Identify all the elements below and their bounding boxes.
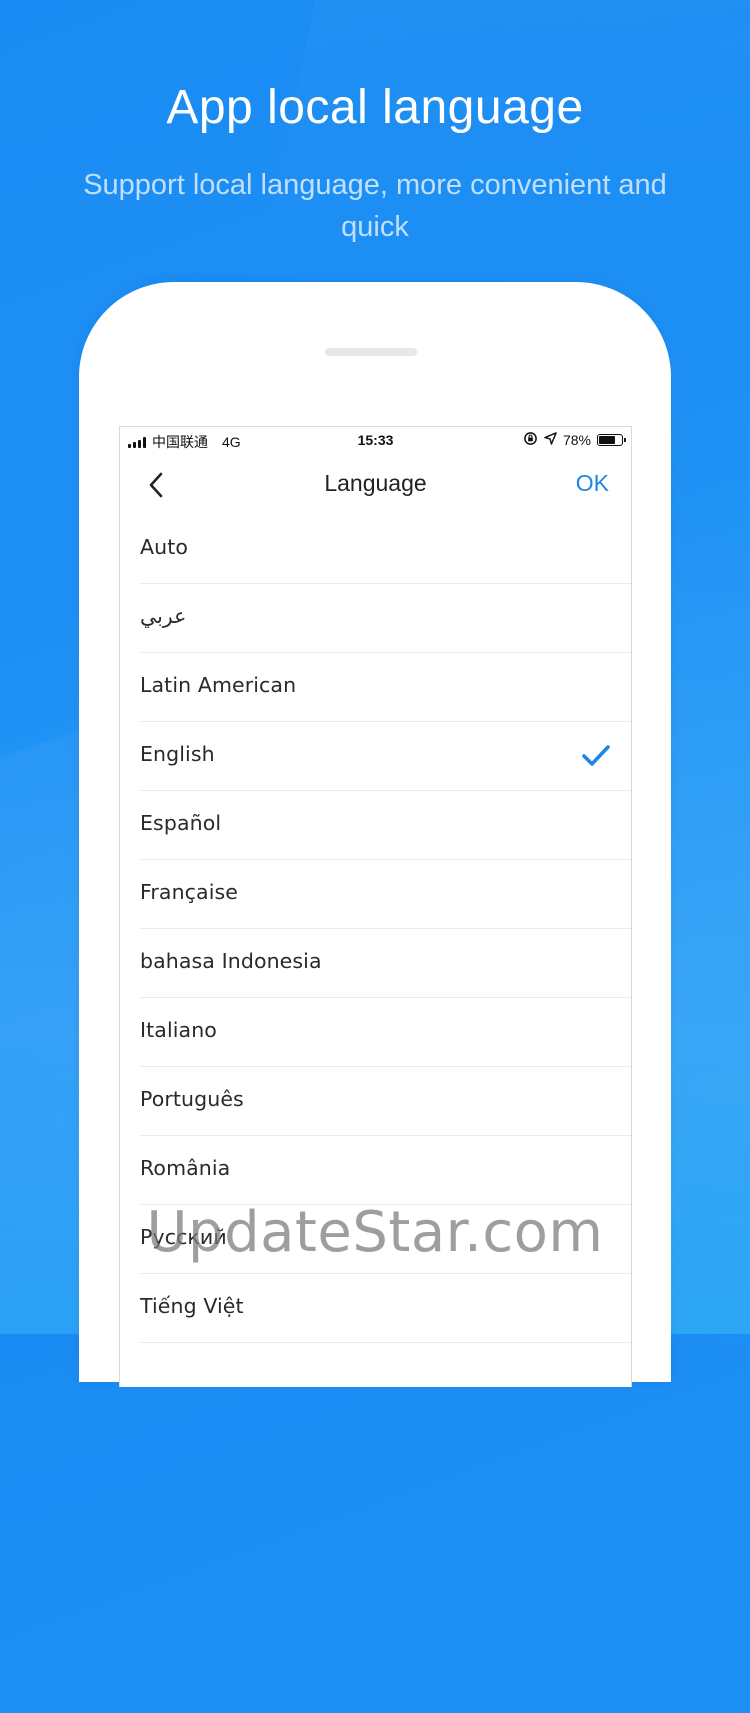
- promo-headline: App local language: [166, 81, 584, 134]
- rotation-lock-icon: [523, 431, 538, 449]
- language-option[interactable]: English: [140, 722, 631, 791]
- language-label: bahasa Indonesia: [140, 949, 322, 973]
- battery-icon: [597, 434, 626, 446]
- language-option[interactable]: Português: [140, 1067, 631, 1136]
- watermark: UpdateStar.com: [146, 1200, 604, 1265]
- status-bar: 中国联通 4G 15:33 78%: [120, 427, 631, 455]
- page-title: Language: [324, 470, 427, 496]
- language-label: Español: [140, 811, 222, 835]
- language-label: Française: [140, 880, 239, 904]
- promo-subline: Support local language, more convenient …: [83, 169, 667, 243]
- language-option[interactable]: Auto: [140, 515, 631, 584]
- language-option[interactable]: Tiếng Việt: [140, 1274, 631, 1343]
- language-option[interactable]: Italiano: [140, 998, 631, 1067]
- language-option[interactable]: Español: [140, 791, 631, 860]
- language-option[interactable]: عربي: [140, 584, 631, 653]
- battery-percent: 78%: [562, 432, 591, 448]
- language-label: Português: [140, 1087, 244, 1111]
- language-option[interactable]: bahasa Indonesia: [140, 929, 631, 998]
- location-arrow-icon: [544, 432, 557, 448]
- status-right: 78%: [523, 431, 626, 449]
- language-label: Tiếng Việt: [140, 1294, 244, 1318]
- nav-bar: Language OK: [120, 455, 631, 515]
- language-label: Italiano: [140, 1018, 217, 1042]
- checkmark-icon: [581, 744, 611, 773]
- language-option[interactable]: România: [140, 1136, 631, 1205]
- language-option[interactable]: Française: [140, 860, 631, 929]
- language-option[interactable]: Latin American: [140, 653, 631, 722]
- language-label: România: [140, 1156, 231, 1180]
- phone-speaker: [325, 348, 417, 356]
- ok-button[interactable]: OK: [576, 470, 609, 497]
- language-label: عربي: [140, 604, 187, 628]
- language-label: English: [140, 742, 215, 766]
- language-label: Auto: [140, 535, 188, 559]
- language-label: Latin American: [140, 673, 297, 697]
